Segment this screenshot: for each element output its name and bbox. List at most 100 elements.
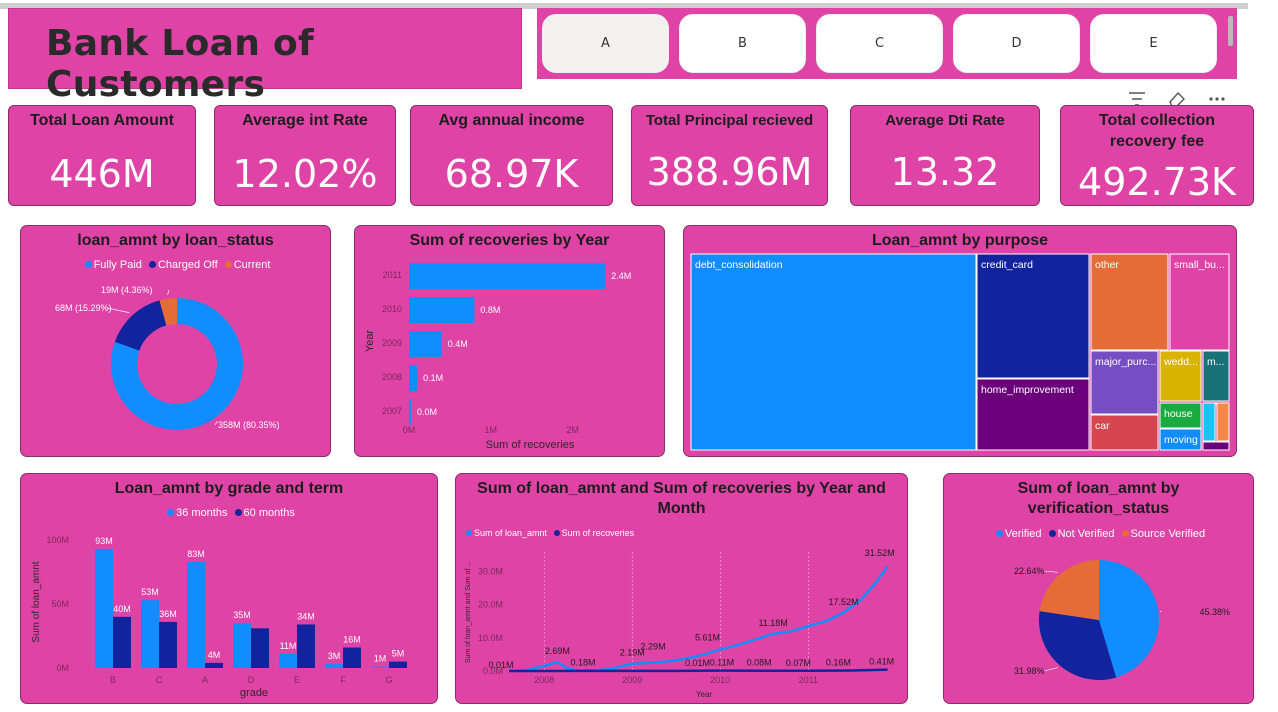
slicer-button-b[interactable]: B	[679, 14, 806, 73]
verification-pie-card[interactable]: Sum of loan_amnt by verification_status …	[943, 473, 1254, 704]
x-tick-label: F	[340, 675, 346, 685]
data-label: 2.69M	[545, 646, 570, 656]
kpi-average-dti-rate[interactable]: Average Dti Rate 13.32	[850, 105, 1040, 206]
bar	[159, 621, 177, 668]
data-label: 19M (4.36%)	[101, 285, 153, 295]
treemap-label: car	[1095, 420, 1110, 432]
y-axis-title: Year	[364, 330, 376, 353]
x-tick-label: 2010	[710, 675, 730, 685]
bar	[409, 365, 418, 391]
recoveries-by-year-card[interactable]: Sum of recoveries by Year 2011 2.4M 2010 0.…	[354, 225, 665, 457]
bar	[371, 666, 389, 668]
bar	[279, 653, 297, 668]
donut-chart[interactable]: 358M (80.35%) 68M (15.29%) 19M (4.36%)	[21, 226, 332, 458]
series-line	[509, 668, 888, 673]
bar	[251, 628, 269, 668]
purpose-treemap-card[interactable]: Loan_amnt by purpose debt_consolidation c…	[683, 225, 1237, 457]
treemap-label: home_improvement	[981, 384, 1074, 396]
kpi-label: Average int Rate	[242, 112, 368, 129]
kpi-avg-annual-income[interactable]: Avg annual income 68.97K	[410, 105, 613, 206]
x-tick-label: G	[385, 675, 392, 685]
data-label: 1M	[374, 654, 387, 664]
grade-term-bar-chart[interactable]: 0M 50M 100M 93M 40M B 53M 36M C 83M 4M A 35M D 11M 34M E…	[21, 474, 439, 705]
data-label: 5M	[392, 649, 405, 659]
x-axis-title: Sum of recoveries	[486, 439, 575, 451]
kpi-value: 446M	[49, 152, 155, 196]
data-label: 34M	[297, 611, 315, 621]
data-label: 0.8M	[480, 305, 500, 315]
slicer-button-e[interactable]: E	[1090, 14, 1217, 73]
title-banner: Bank Loan of Customers	[8, 8, 522, 105]
data-label: 0.18M	[571, 657, 596, 667]
amount-recoveries-line-card[interactable]: Sum of loan_amnt and Sum of recoveries b…	[455, 473, 908, 704]
line-chart[interactable]: 0.0M10.0M20.0M30.0M2008 2009 2010 20110.01M…	[456, 474, 909, 705]
data-label: 35M	[233, 610, 251, 620]
bar	[409, 399, 411, 425]
data-label: 0.08M	[747, 658, 772, 668]
data-label: 0.16M	[826, 657, 851, 667]
data-label: 22.64%	[1014, 566, 1045, 576]
pie-chart[interactable]: 45.38% 31.98% 22.64%	[944, 474, 1255, 705]
grade-term-card[interactable]: Loan_amnt by grade and term 36 months 60…	[20, 473, 438, 704]
kpi-average-int-rate[interactable]: Average int Rate 12.02%	[214, 105, 396, 206]
treemap-label: moving	[1164, 434, 1198, 446]
label-leader	[214, 421, 218, 426]
bar	[113, 616, 131, 668]
label-leader	[1043, 667, 1058, 672]
data-label: 0.01M	[685, 658, 710, 668]
slicer-scrollbar[interactable]	[1228, 16, 1233, 46]
x-tick-label: B	[110, 675, 116, 685]
y-tick-label: 50M	[51, 599, 69, 609]
x-tick-label: 2009	[622, 675, 642, 685]
treemap-label: other	[1095, 259, 1119, 271]
data-label: 93M	[95, 536, 113, 546]
label-leader	[1159, 610, 1162, 613]
bar	[187, 561, 205, 668]
y-tick-label: 2007	[382, 406, 402, 416]
recoveries-bar-chart[interactable]: 2011 2.4M 2010 0.8M 2009 0.4M 2008 0.1M 2007 0.0M…	[355, 226, 666, 458]
label-leader	[1043, 570, 1058, 573]
treemap-label: debt_consolidation	[695, 259, 783, 271]
kpi-label: Avg annual income	[438, 112, 585, 129]
slicer-button-a[interactable]: A	[542, 14, 669, 73]
x-axis-title: Year	[696, 690, 713, 699]
data-label: 16M	[343, 635, 361, 645]
loan-status-donut-card[interactable]: loan_amnt by loan_status Fully Paid Char…	[20, 225, 331, 457]
treemap-label: major_purc...	[1095, 356, 1156, 368]
bar	[409, 297, 475, 323]
bar	[325, 664, 343, 668]
y-axis-title: Sum of loan_amnt and Sum of ...	[465, 561, 472, 663]
more-icon[interactable]	[1208, 96, 1226, 102]
bar	[141, 600, 159, 668]
kpi-value: 388.96M	[646, 150, 813, 194]
slicer-button-d[interactable]: D	[953, 14, 1080, 73]
data-label: 0.4M	[448, 339, 468, 349]
kpi-total-collection-recovery-fee[interactable]: Total collection recovery fee 492.73K	[1060, 105, 1254, 206]
bar	[297, 624, 315, 668]
pie-slice	[1039, 560, 1099, 620]
purpose-treemap[interactable]: debt_consolidation credit_card home_improv…	[684, 226, 1238, 458]
data-label: 11.18M	[758, 618, 787, 628]
donut-slice	[114, 300, 167, 351]
treemap-cell	[1202, 441, 1230, 451]
x-axis-title: grade	[240, 687, 268, 699]
bar	[409, 331, 442, 357]
data-label: 0.11M	[710, 658, 734, 668]
bar	[389, 661, 407, 668]
kpi-total-principal-received[interactable]: Total Principal recieved 388.96M	[631, 105, 828, 206]
y-tick-label: 10.0M	[478, 633, 503, 643]
treemap-cell	[1214, 402, 1217, 405]
grade-slicer: A B C D E	[537, 8, 1237, 79]
kpi-value: 13.32	[890, 150, 1000, 194]
x-tick-label: 0M	[403, 425, 416, 435]
data-label: 53M	[141, 587, 159, 597]
kpi-value: 12.02%	[232, 152, 378, 196]
bar	[233, 623, 251, 668]
data-label: 0.07M	[786, 658, 811, 668]
kpi-total-loan-amount[interactable]: Total Loan Amount 446M	[8, 105, 196, 206]
page-title: Bank Loan of Customers	[46, 23, 314, 105]
slicer-button-c[interactable]: C	[816, 14, 943, 73]
data-label: 31.52M	[865, 548, 895, 558]
y-tick-label: 2008	[382, 372, 402, 382]
data-label: 0.0M	[417, 407, 437, 417]
